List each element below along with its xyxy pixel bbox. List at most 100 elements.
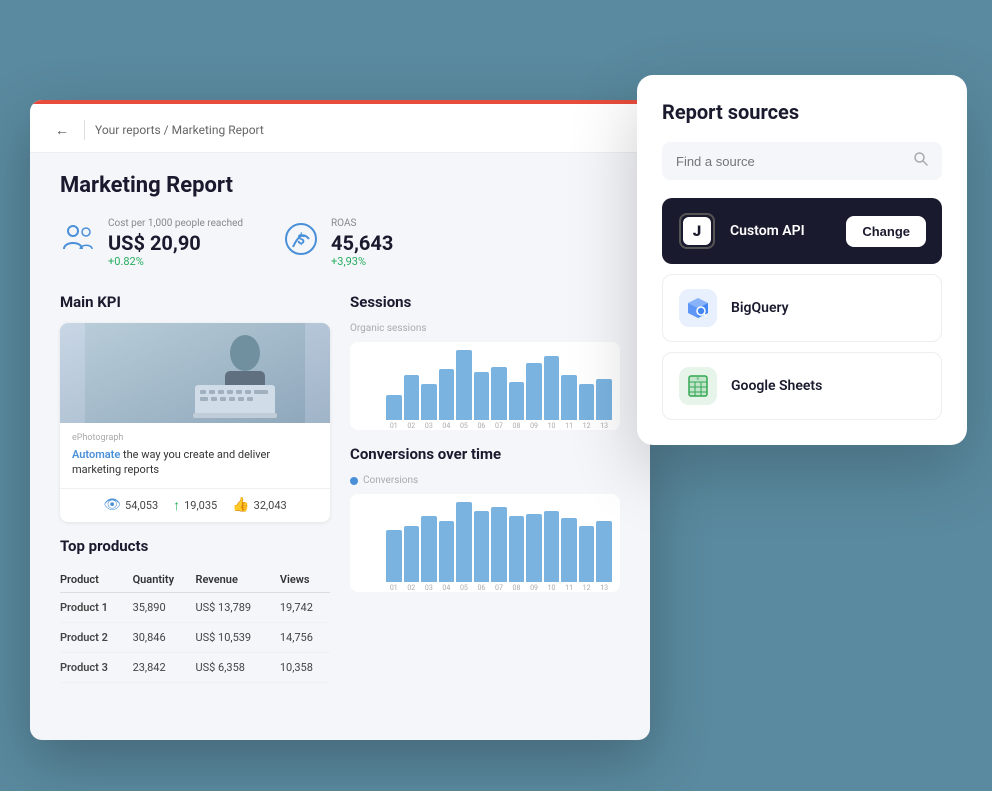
source-custom-api[interactable]: J Custom API Change — [662, 198, 942, 264]
conversions-x-label: 05 — [456, 584, 472, 592]
table-cell: Product 2 — [60, 622, 133, 652]
sessions-x-label: 10 — [544, 422, 560, 430]
metric-cost: Cost per 1,000 people reached US$ 20,90 … — [60, 218, 243, 268]
conversion-bar — [456, 502, 472, 582]
like-icon: 👍 — [232, 497, 249, 513]
article-text: Automate the way you create and deliver … — [72, 447, 318, 478]
page-title: Marketing Report — [60, 173, 620, 198]
sessions-x-label: 05 — [456, 422, 472, 430]
sessions-bar — [456, 350, 472, 420]
topbar-accent — [30, 100, 650, 104]
metric-cost-info: Cost per 1,000 people reached US$ 20,90 … — [108, 218, 243, 268]
conversions-x-label: 10 — [544, 584, 560, 592]
stat-shares-value: 19,035 — [184, 499, 217, 512]
right-column: Sessions Organic sessions 01020304050607… — [350, 293, 620, 683]
main-kpi-title: Main KPI — [60, 293, 330, 311]
source-bigquery[interactable]: BigQuery — [662, 274, 942, 342]
sessions-bar — [596, 379, 612, 420]
metric-roas-value: 45,643 — [331, 231, 393, 255]
sessions-title: Sessions — [350, 293, 620, 311]
metric-cost-value: US$ 20,90 — [108, 231, 243, 255]
conversion-bar — [596, 521, 612, 582]
conversions-chart — [358, 502, 612, 582]
conversion-bar — [439, 521, 455, 582]
col-revenue: Revenue — [195, 567, 279, 593]
table-cell: US$ 6,358 — [195, 652, 279, 682]
conversions-x-label: 04 — [439, 584, 455, 592]
conversion-bar — [544, 511, 560, 582]
stat-views: 👁 54,053 — [103, 497, 158, 514]
conversion-bar — [526, 514, 542, 582]
conversion-bar — [474, 511, 490, 582]
sheets-label: Google Sheets — [731, 378, 925, 394]
article-content: ePhotograph Automate the way you create … — [60, 423, 330, 488]
sessions-x-label: 01 — [386, 422, 402, 430]
conversion-bar — [404, 526, 420, 582]
table-cell: US$ 13,789 — [195, 592, 279, 622]
sessions-x-label: 08 — [509, 422, 525, 430]
stat-shares: ↑ 19,035 — [173, 497, 217, 514]
search-icon — [914, 152, 928, 170]
conversions-title: Conversions over time — [350, 445, 620, 463]
conversions-x-label: 09 — [526, 584, 542, 592]
custom-api-logo: J — [678, 212, 716, 250]
search-input[interactable] — [676, 154, 906, 169]
sessions-bar — [421, 384, 437, 420]
conversion-bar — [491, 507, 507, 582]
conversion-bar — [421, 516, 437, 582]
sessions-bar — [491, 367, 507, 420]
article-preview: ePhotograph Automate the way you create … — [60, 323, 330, 522]
sessions-bar — [509, 382, 525, 420]
conversions-x-label: 11 — [561, 584, 577, 592]
sheets-logo: ≡ — [679, 367, 717, 405]
metric-roas-label: ROAS — [331, 218, 393, 229]
stat-views-value: 54,053 — [125, 499, 158, 512]
sessions-bar — [579, 384, 595, 420]
stat-likes-value: 32,043 — [254, 499, 287, 512]
bigquery-logo — [679, 289, 717, 327]
sessions-bar — [561, 375, 577, 420]
eye-icon: 👁 — [103, 497, 121, 513]
custom-api-label: Custom API — [730, 223, 832, 239]
sessions-bar — [544, 356, 560, 420]
conversions-x-label: 03 — [421, 584, 437, 592]
metric-roas: $ ROAS 45,643 +3,93% — [283, 218, 393, 268]
sessions-section: Sessions Organic sessions 01020304050607… — [350, 293, 620, 430]
table-cell: 14,756 — [280, 622, 330, 652]
nav-divider — [84, 120, 85, 140]
roas-icon: $ — [283, 221, 319, 265]
sessions-x-label: 04 — [439, 422, 455, 430]
sessions-x-label: 09 — [526, 422, 542, 430]
table-cell: 30,846 — [133, 622, 196, 652]
report-window: ← Your reports / Marketing Report Market… — [30, 100, 650, 740]
search-box[interactable] — [662, 142, 942, 180]
back-button[interactable]: ← — [50, 118, 74, 142]
conversions-x-label: 07 — [491, 584, 507, 592]
table-cell: 23,842 — [133, 652, 196, 682]
metric-cost-label: Cost per 1,000 people reached — [108, 218, 243, 229]
svg-text:≡: ≡ — [697, 376, 700, 382]
bigquery-label: BigQuery — [731, 300, 925, 316]
sessions-x-label: 02 — [404, 422, 420, 430]
table-cell: 10,358 — [280, 652, 330, 682]
sessions-bar — [439, 369, 455, 420]
change-button[interactable]: Change — [846, 216, 926, 247]
col-views: Views — [280, 567, 330, 593]
source-google-sheets[interactable]: ≡ Google Sheets — [662, 352, 942, 420]
table-cell: Product 3 — [60, 652, 133, 682]
metric-roas-change: +3,93% — [331, 255, 393, 268]
conversions-x-label: 08 — [509, 584, 525, 592]
table-cell: 19,742 — [280, 592, 330, 622]
article-link[interactable]: Automate — [72, 448, 120, 461]
conversions-x-label: 02 — [404, 584, 420, 592]
conversions-legend: Conversions — [350, 475, 620, 486]
table-row: Product 135,890US$ 13,78919,742 — [60, 592, 330, 622]
conversions-x-label: 01 — [386, 584, 402, 592]
table-cell: Product 1 — [60, 592, 133, 622]
sessions-legend: Organic sessions — [350, 323, 620, 334]
conversion-bar — [579, 526, 595, 582]
sessions-bar — [474, 372, 490, 420]
breadcrumb: Your reports / Marketing Report — [95, 123, 264, 137]
sessions-x-label: 11 — [561, 422, 577, 430]
left-column: Main KPI — [60, 293, 330, 683]
